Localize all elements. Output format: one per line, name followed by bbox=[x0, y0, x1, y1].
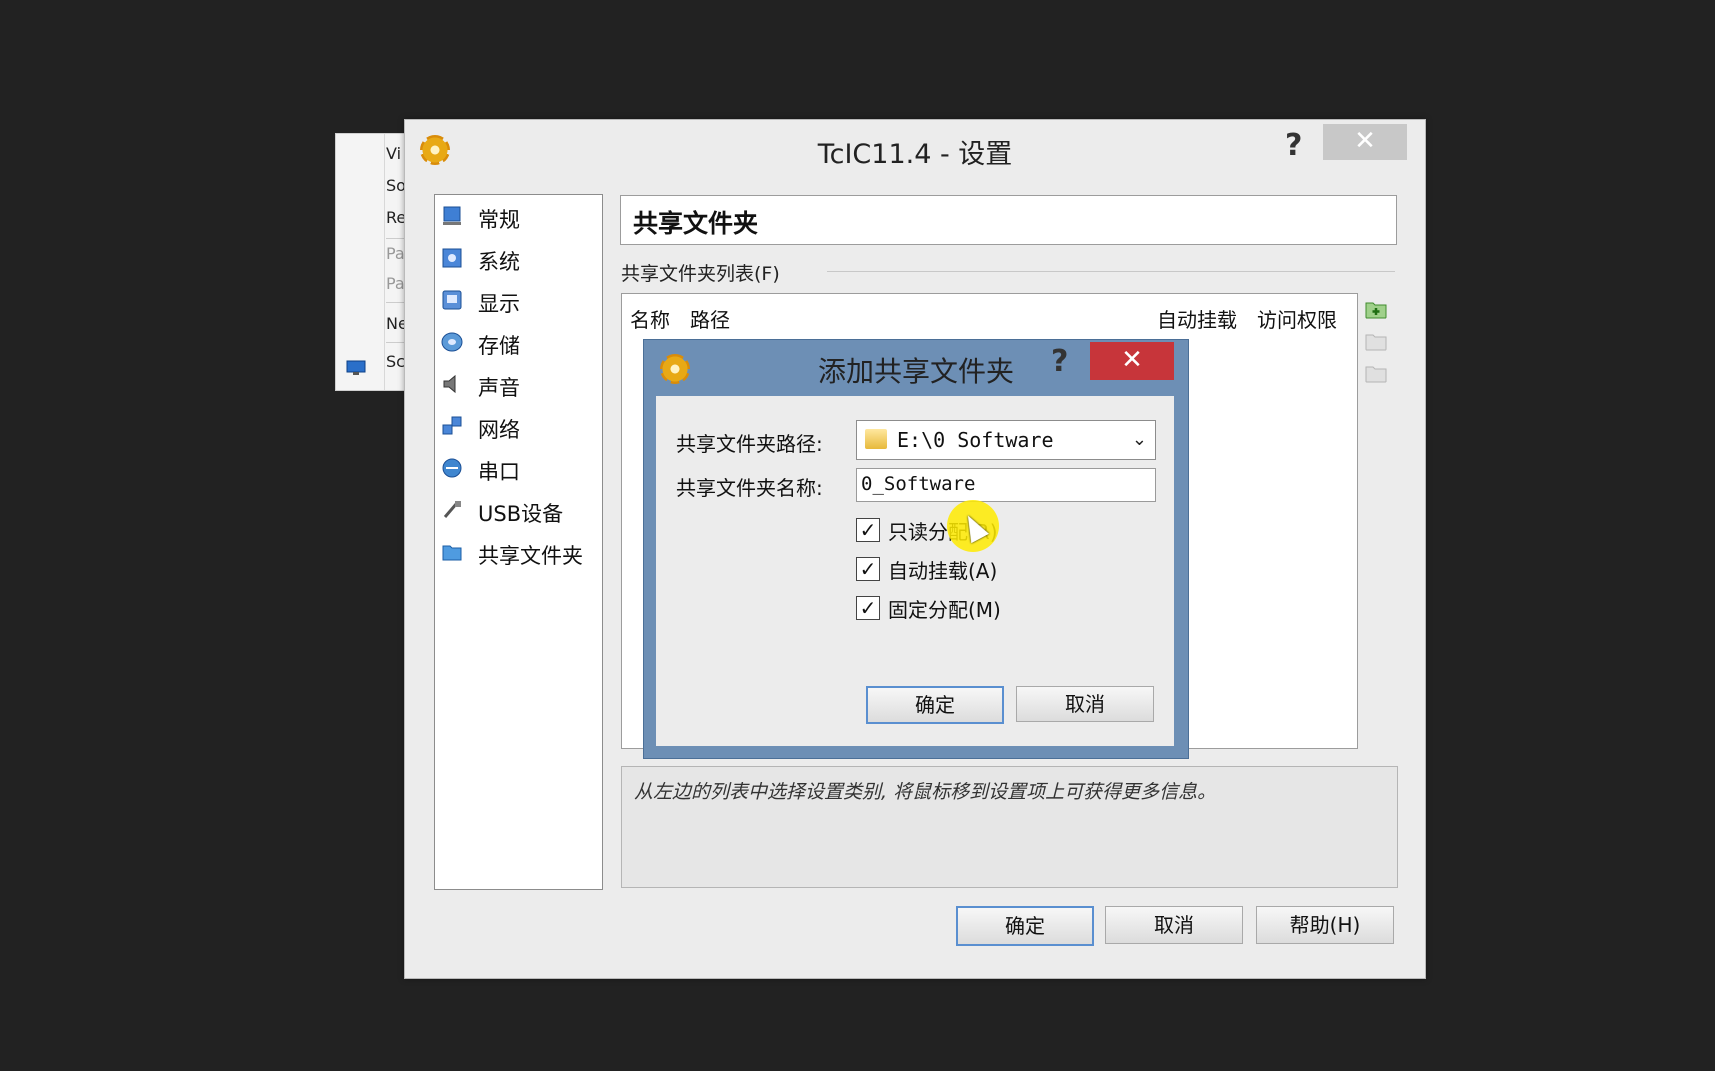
auto-mount-checkbox[interactable]: ✓ bbox=[856, 557, 880, 581]
storage-icon bbox=[441, 332, 463, 352]
permanent-label[interactable]: 固定分配(M) bbox=[888, 594, 1001, 623]
system-icon bbox=[442, 248, 462, 268]
monitor-icon bbox=[346, 360, 366, 375]
nav-item-label: 共享文件夹 bbox=[478, 544, 583, 568]
window-title: TcIC11.4 - 设置 bbox=[817, 139, 1013, 170]
add-folder-icon[interactable] bbox=[1365, 299, 1387, 319]
nav-item-network[interactable]: 网络 bbox=[435, 407, 602, 445]
nav-item-display[interactable]: 显示 bbox=[435, 281, 602, 319]
network-icon bbox=[442, 416, 462, 435]
nav-item-audio[interactable]: 声音 bbox=[435, 365, 602, 403]
help-icon[interactable]: ? bbox=[1051, 344, 1068, 379]
nav-item-label: USB设备 bbox=[478, 502, 564, 526]
folder-icon bbox=[865, 429, 887, 449]
edit-folder-icon bbox=[1365, 334, 1387, 351]
shared-folders-group-label: 共享文件夹列表(F) bbox=[621, 263, 780, 285]
nav-item-serial[interactable]: 串口 bbox=[435, 449, 602, 487]
help-button[interactable]: 帮助(H) bbox=[1256, 906, 1394, 944]
nav-item-shared-folders[interactable]: 共享文件夹 bbox=[435, 533, 602, 571]
folder-name-value: 0_Software bbox=[861, 473, 976, 495]
column-header-access[interactable]: 访问权限 bbox=[1257, 304, 1337, 333]
column-header-name[interactable]: 名称 bbox=[630, 304, 670, 333]
folder-path-value: E:\0 Software bbox=[897, 428, 1054, 452]
nav-item-usb[interactable]: USB设备 bbox=[435, 491, 602, 529]
dialog-body: 共享文件夹路径: E:\0 Software ⌄ 共享文件夹名称: 0_Soft… bbox=[656, 396, 1174, 746]
help-icon[interactable]: ? bbox=[1285, 128, 1302, 163]
nav-item-label: 串口 bbox=[478, 460, 520, 484]
usb-icon bbox=[443, 501, 461, 518]
folder-path-label: 共享文件夹路径: bbox=[676, 432, 823, 456]
settings-category-list: 常规 系统 显示 存储 声音 网络 串口 USB设备 共享文件夹 bbox=[434, 194, 603, 890]
general-icon bbox=[443, 206, 461, 225]
display-icon bbox=[442, 290, 462, 310]
nav-item-label: 网络 bbox=[478, 418, 520, 442]
nav-item-system[interactable]: 系统 bbox=[435, 239, 602, 277]
column-header-auto-mount[interactable]: 自动挂载 bbox=[1157, 304, 1237, 333]
column-header-path[interactable]: 路径 bbox=[690, 304, 730, 333]
shared-folder-icon bbox=[442, 545, 462, 561]
info-text: 从左边的列表中选择设置类别, 将鼠标移到设置项上可获得更多信息。 bbox=[634, 781, 1217, 803]
cancel-button[interactable]: 取消 bbox=[1105, 906, 1243, 944]
background-window-divider bbox=[384, 134, 385, 390]
dialog-ok-button[interactable]: 确定 bbox=[866, 686, 1004, 724]
page-title: 共享文件夹 bbox=[633, 209, 759, 238]
auto-mount-label[interactable]: 自动挂载(A) bbox=[888, 555, 997, 584]
dialog-close-button[interactable]: ✕ bbox=[1090, 342, 1174, 380]
read-only-checkbox[interactable]: ✓ bbox=[856, 518, 880, 542]
nav-item-label: 声音 bbox=[478, 376, 520, 400]
permanent-checkbox[interactable]: ✓ bbox=[856, 596, 880, 620]
group-divider bbox=[827, 271, 1395, 272]
title-bar[interactable]: TcIC11.4 - 设置 ? ✕ bbox=[405, 120, 1425, 176]
nav-item-label: 显示 bbox=[478, 292, 520, 316]
page-header: 共享文件夹 bbox=[620, 195, 1397, 245]
nav-item-label: 存储 bbox=[478, 334, 520, 358]
nav-item-general[interactable]: 常规 bbox=[435, 197, 602, 235]
close-button[interactable]: ✕ bbox=[1323, 124, 1407, 160]
chevron-down-icon[interactable]: ⌄ bbox=[1132, 429, 1147, 450]
nav-item-label: 系统 bbox=[478, 250, 520, 274]
nav-item-label: 常规 bbox=[478, 208, 520, 232]
folder-path-combobox[interactable]: E:\0 Software ⌄ bbox=[856, 420, 1156, 460]
nav-item-storage[interactable]: 存储 bbox=[435, 323, 602, 361]
folder-name-field[interactable]: 0_Software bbox=[856, 468, 1156, 502]
ok-button[interactable]: 确定 bbox=[956, 906, 1094, 946]
remove-folder-icon bbox=[1365, 366, 1387, 383]
serial-port-icon bbox=[442, 458, 462, 478]
add-shared-folder-dialog: 添加共享文件夹 ? ✕ 共享文件夹路径: E:\0 Software ⌄ 共享文… bbox=[643, 339, 1189, 759]
info-panel: 从左边的列表中选择设置类别, 将鼠标移到设置项上可获得更多信息。 bbox=[621, 766, 1398, 888]
audio-icon bbox=[443, 374, 456, 394]
folder-name-label: 共享文件夹名称: bbox=[676, 476, 823, 500]
dialog-cancel-button[interactable]: 取消 bbox=[1016, 686, 1154, 722]
